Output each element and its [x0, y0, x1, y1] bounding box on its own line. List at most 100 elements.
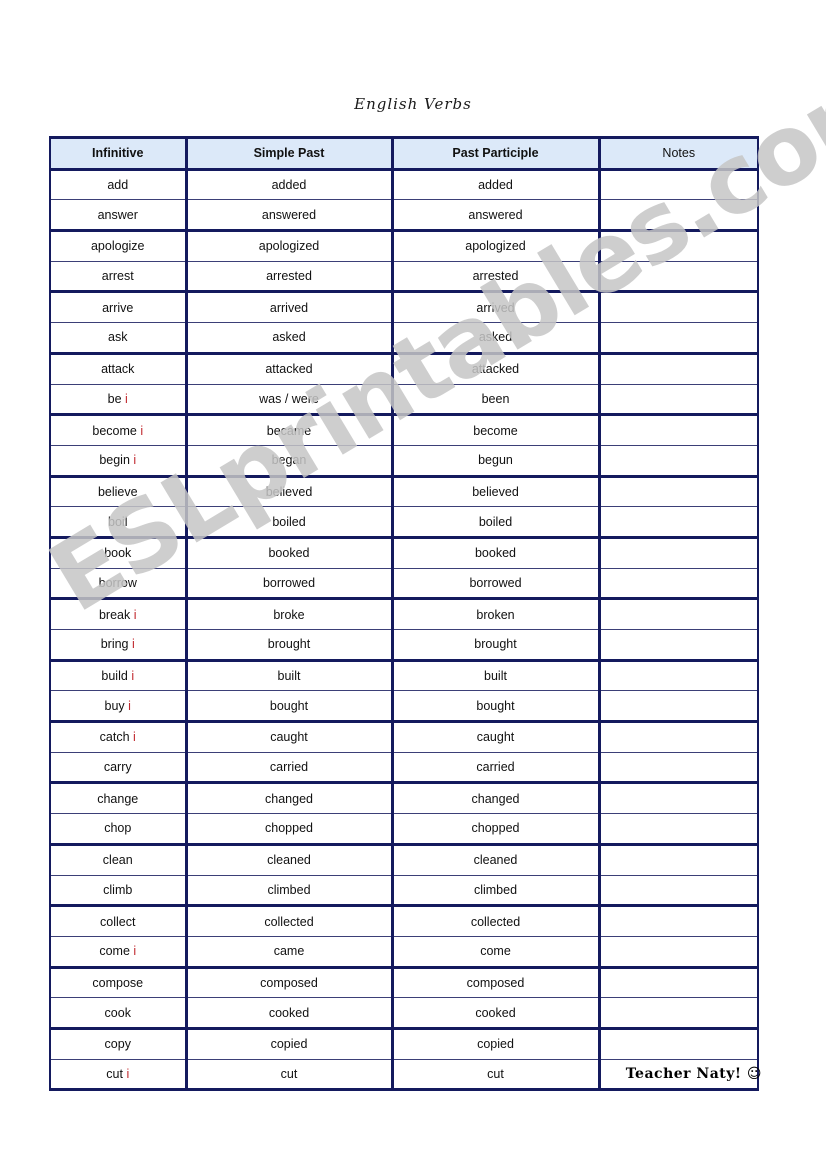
- cell-notes[interactable]: [597, 629, 759, 662]
- cell-notes[interactable]: [597, 598, 759, 630]
- cell-notes[interactable]: [597, 291, 759, 324]
- cell-notes[interactable]: [597, 782, 759, 815]
- cell-notes[interactable]: [597, 230, 759, 262]
- cell-simple-past: broke: [184, 598, 394, 630]
- cell-notes[interactable]: [597, 476, 759, 508]
- cell-past-participle: caught: [390, 721, 601, 753]
- cell-notes[interactable]: [597, 199, 759, 233]
- cell-infinitive: buy i: [49, 690, 188, 724]
- table-row: copy copied copied: [49, 1028, 759, 1060]
- table-row: begin i began begun: [49, 445, 759, 478]
- cell-notes[interactable]: [597, 997, 759, 1030]
- irregular-marker: i: [133, 730, 136, 745]
- cell-infinitive: cut i: [49, 1059, 188, 1092]
- cell-notes[interactable]: [597, 721, 759, 753]
- table-row: borrow borrowed borrowed: [49, 568, 759, 601]
- cell-simple-past: chopped: [184, 813, 394, 846]
- cell-notes[interactable]: [597, 353, 759, 385]
- cell-notes[interactable]: [597, 813, 759, 846]
- cell-infinitive: collect: [49, 905, 188, 937]
- cell-infinitive: be i: [49, 384, 188, 417]
- cell-simple-past: arrested: [184, 261, 394, 294]
- table-row: chop chopped chopped: [49, 813, 759, 846]
- column-header-infinitive: Infinitive: [49, 136, 188, 171]
- cell-infinitive: arrive: [49, 291, 188, 324]
- cell-past-participle: become: [390, 414, 601, 446]
- cell-past-participle: come: [390, 936, 601, 969]
- cell-notes[interactable]: [597, 537, 759, 569]
- cell-past-participle: broken: [390, 598, 601, 630]
- cell-past-participle: cooked: [390, 997, 601, 1030]
- table-row: climb climbed climbed: [49, 875, 759, 908]
- cell-notes[interactable]: [597, 690, 759, 724]
- cell-past-participle: cleaned: [390, 844, 601, 876]
- cell-simple-past: climbed: [184, 875, 394, 908]
- table-row: break i broke broken: [49, 598, 759, 630]
- cell-infinitive: apologize: [49, 230, 188, 262]
- column-header-past-participle: Past Participle: [390, 136, 601, 171]
- cell-infinitive: come i: [49, 936, 188, 969]
- cell-notes[interactable]: [597, 967, 759, 999]
- cell-notes[interactable]: [597, 844, 759, 876]
- author-credit-text: Teacher Naty!: [625, 1066, 742, 1082]
- table-row: collect collected collected: [49, 905, 759, 937]
- cell-infinitive: break i: [49, 598, 188, 630]
- cell-notes[interactable]: [597, 169, 759, 201]
- cell-notes[interactable]: [597, 568, 759, 601]
- irregular-marker: i: [133, 607, 137, 622]
- cell-past-participle: arrested: [390, 261, 601, 294]
- cell-notes[interactable]: [597, 322, 759, 355]
- cell-simple-past: added: [184, 169, 394, 201]
- cell-past-participle: added: [390, 169, 601, 201]
- cell-notes[interactable]: [597, 752, 759, 785]
- cell-past-participle: apologized: [390, 230, 601, 262]
- cell-notes[interactable]: [597, 1028, 759, 1060]
- table-row: bring i brought brought: [49, 629, 759, 662]
- cell-simple-past: apologized: [184, 230, 394, 262]
- cell-simple-past: believed: [184, 476, 394, 508]
- table-row: cook cooked cooked: [49, 997, 759, 1030]
- cell-notes[interactable]: [597, 936, 759, 969]
- cell-simple-past: cooked: [184, 997, 394, 1030]
- table-row: believe believed believed: [49, 476, 759, 508]
- cell-infinitive: attack: [49, 353, 188, 385]
- cell-notes[interactable]: [597, 445, 759, 478]
- cell-simple-past: became: [184, 414, 394, 446]
- cell-past-participle: cut: [390, 1059, 601, 1092]
- cell-past-participle: climbed: [390, 875, 601, 908]
- cell-notes[interactable]: [597, 506, 759, 539]
- irregular-marker: i: [126, 1066, 130, 1081]
- table-row: apologize apologized apologized: [49, 230, 759, 262]
- irregular-marker: i: [133, 453, 137, 468]
- cell-simple-past: answered: [184, 199, 394, 233]
- cell-simple-past: carried: [184, 752, 394, 785]
- cell-notes[interactable]: [597, 384, 759, 417]
- table-header-row: Infinitive Simple Past Past Participle N…: [49, 136, 759, 171]
- cell-notes[interactable]: [597, 905, 759, 937]
- cell-simple-past: changed: [184, 782, 394, 815]
- cell-infinitive: chop: [49, 813, 188, 846]
- cell-past-participle: answered: [390, 199, 601, 233]
- cell-notes[interactable]: [597, 261, 759, 294]
- table-row: catch i caught caught: [49, 721, 759, 753]
- cell-past-participle: composed: [390, 967, 601, 999]
- cell-notes[interactable]: [597, 414, 759, 446]
- irregular-marker: i: [131, 669, 135, 684]
- cell-simple-past: cut: [184, 1059, 394, 1092]
- worksheet-page: ESLprintables.com English Verbs Infiniti…: [0, 0, 826, 1169]
- cell-simple-past: boiled: [184, 506, 394, 539]
- table-row: answer answered answered: [49, 199, 759, 233]
- table-row: come i came come: [49, 936, 759, 969]
- cell-past-participle: begun: [390, 445, 601, 478]
- cell-notes[interactable]: [597, 660, 759, 692]
- cell-infinitive: catch i: [49, 721, 188, 753]
- verb-table-container: Infinitive Simple Past Past Participle N…: [49, 136, 759, 1092]
- irregular-marker: i: [128, 698, 131, 713]
- irregular-marker: i: [125, 391, 128, 406]
- cell-infinitive: become i: [49, 414, 188, 446]
- cell-past-participle: believed: [390, 476, 601, 508]
- cell-notes[interactable]: [597, 875, 759, 908]
- irregular-marker: i: [132, 637, 135, 652]
- cell-infinitive: answer: [49, 199, 188, 233]
- cell-simple-past: caught: [184, 721, 394, 753]
